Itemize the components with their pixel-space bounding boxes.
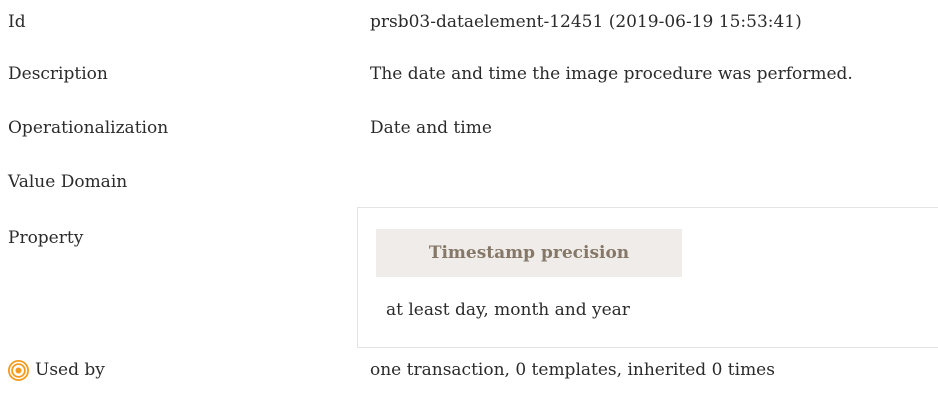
id-value: prsb03-dataelement-12451 (2019-06-19 15:… bbox=[370, 12, 802, 32]
value-domain-label: Value Domain bbox=[8, 172, 128, 192]
description-label: Description bbox=[8, 64, 108, 84]
used-by-label: Used by bbox=[35, 360, 105, 380]
operationalization-label: Operationalization bbox=[8, 118, 169, 138]
description-value: The date and time the image procedure wa… bbox=[370, 64, 853, 84]
target-icon bbox=[7, 359, 30, 382]
property-column-header: Timestamp precision bbox=[376, 229, 682, 277]
operationalization-value: Date and time bbox=[370, 118, 492, 138]
id-label: Id bbox=[8, 12, 26, 32]
used-by-value: one transaction, 0 templates, inherited … bbox=[370, 360, 775, 380]
property-table: Timestamp precision at least day, month … bbox=[357, 207, 938, 348]
property-label: Property bbox=[8, 228, 84, 248]
property-cell-value: at least day, month and year bbox=[386, 300, 630, 320]
